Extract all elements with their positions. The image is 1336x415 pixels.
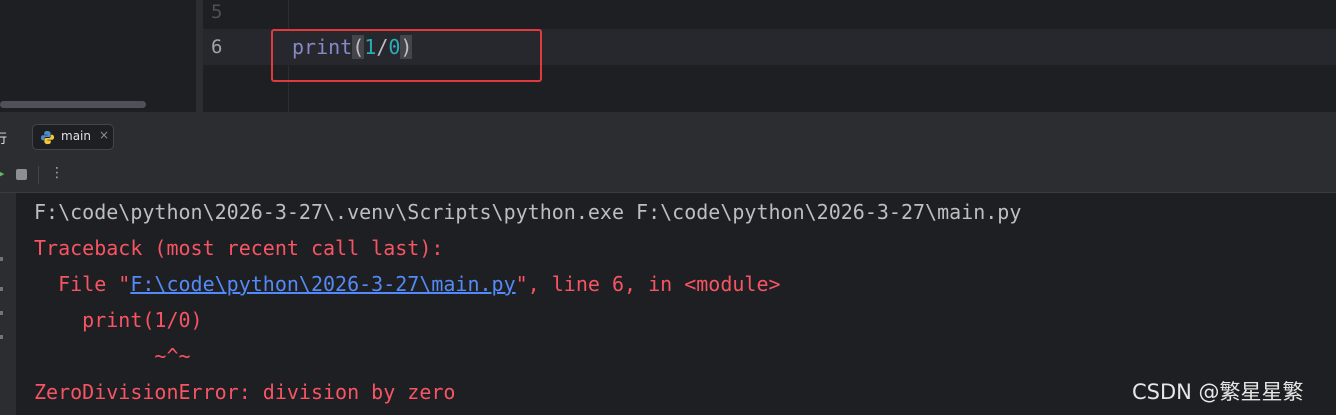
more-options-icon[interactable]: ⋮ [50,165,64,181]
project-panel [0,0,196,110]
file-link[interactable]: F:\code\python\2026-3-27\main.py [130,272,515,296]
console-side-toolbar [0,193,16,415]
file-suffix: ", line 6, in <module> [515,272,781,296]
traceback-header: Traceback (most recent call last): [34,236,444,260]
tab-label: main [61,129,91,143]
stop-icon[interactable] [16,169,27,180]
python-icon [40,130,55,145]
tab-main[interactable]: main × [32,124,114,150]
traceback-caret-line: ~^~ [34,344,191,368]
annotation-highlight-box [271,29,542,82]
horizontal-scrollbar[interactable] [0,101,146,108]
file-prefix: File " [34,272,131,296]
toolbar-divider [38,166,39,184]
editor-line[interactable]: 5 [203,0,1336,30]
panel-splitter[interactable] [196,0,203,112]
rerun-icon[interactable]: ▶ [0,168,4,179]
traceback-source-line: print(1/0) [34,308,203,332]
side-toolbar-icon[interactable] [0,335,3,339]
traceback-file-line: File "F:\code\python\2026-3-27\main.py",… [34,266,781,302]
watermark: CSDN @繁星星繁 [1132,380,1304,404]
side-toolbar-icon[interactable] [0,311,3,315]
close-icon[interactable]: × [99,128,109,142]
console-command-line: F:\code\python\2026-3-27\.venv\Scripts\p… [34,200,1022,224]
line-number: 5 [211,1,223,23]
side-toolbar-icon[interactable] [0,287,3,291]
run-tool-window-header: 行 main × [0,117,1336,159]
run-window-title: 行 [0,132,8,147]
side-toolbar-icon[interactable] [0,257,3,261]
run-toolbar: ▶ ⋮ [0,158,1336,193]
line-number: 6 [211,36,223,58]
error-message: ZeroDivisionError: division by zero [34,380,456,404]
